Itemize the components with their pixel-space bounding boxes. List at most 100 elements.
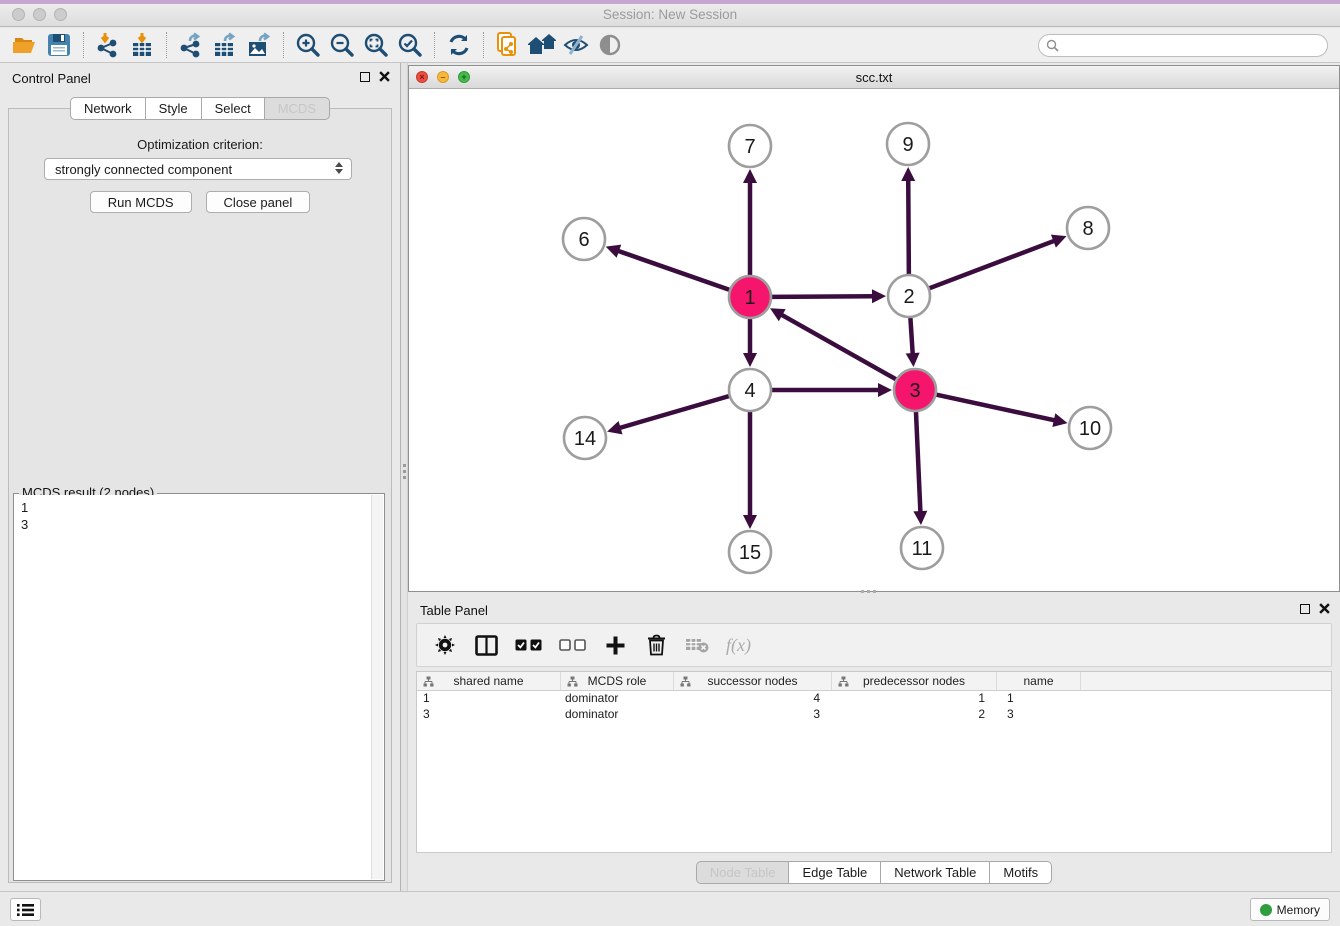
first-neighbors-button[interactable] [525, 30, 559, 60]
main-toolbar [0, 28, 1340, 63]
table-row[interactable]: 1dominator411 [417, 691, 1331, 707]
tab-edge-table[interactable]: Edge Table [788, 861, 881, 884]
search-input[interactable] [1063, 37, 1327, 55]
control-panel: Control Panel NetworkStyleSelectMCDS Opt… [0, 63, 400, 891]
graph-edge-3-1[interactable] [780, 314, 895, 379]
toolbar-separator [83, 32, 84, 58]
table-cell[interactable]: 1 [832, 691, 997, 707]
graph-edge-arrowhead [743, 515, 757, 529]
tab-network-table[interactable]: Network Table [880, 861, 990, 884]
network-resize-grip-icon [861, 590, 879, 594]
tab-network[interactable]: Network [70, 97, 146, 120]
mcds-result-line: 1 [21, 499, 371, 516]
save-disk-icon [47, 33, 71, 57]
apply-function-button[interactable]: f(x) [726, 630, 751, 660]
graph-edge-arrowhead [878, 383, 892, 397]
graph-edge-3-11[interactable] [916, 412, 920, 513]
add-column-button[interactable] [603, 630, 627, 660]
graph-edge-4-14[interactable] [619, 396, 729, 428]
graph-node-label: 3 [909, 380, 920, 402]
zoom-selected-icon [397, 32, 423, 58]
show-column-button[interactable] [474, 630, 498, 660]
network-canvas[interactable]: 7968124314101511 [409, 89, 1339, 591]
mcds-result-scrollbar[interactable] [371, 495, 383, 879]
graph-edge-2-9[interactable] [908, 179, 909, 274]
zoom-out-button[interactable] [325, 30, 359, 60]
close-panel-icon[interactable] [1319, 603, 1330, 614]
show-panels-menu-button[interactable] [10, 898, 41, 921]
column-header-label: MCDS role [588, 674, 647, 688]
graph-edge-arrowhead [901, 167, 915, 181]
tab-select[interactable]: Select [201, 97, 265, 120]
control-panel-header: Control Panel [0, 63, 400, 93]
tab-motifs[interactable]: Motifs [989, 861, 1052, 884]
new-network-from-selection-button[interactable] [491, 30, 525, 60]
column-header-predecessor-nodes[interactable]: predecessor nodes [832, 672, 997, 690]
graph-node-label: 6 [578, 229, 589, 251]
control-panel-title: Control Panel [12, 71, 91, 86]
zoom-selected-button[interactable] [393, 30, 427, 60]
save-session-button[interactable] [42, 30, 76, 60]
export-image-button[interactable] [242, 30, 276, 60]
network-window-titlebar[interactable]: × – + scc.txt [409, 66, 1339, 89]
table-cell[interactable]: 2 [832, 707, 997, 723]
table-cell[interactable]: 1 [997, 691, 1081, 707]
run-mcds-button[interactable]: Run MCDS [90, 191, 192, 213]
graph-edge-2-3[interactable] [910, 318, 912, 355]
tab-node-table[interactable]: Node Table [696, 861, 790, 884]
panel-splitter[interactable] [400, 63, 408, 891]
column-type-icon [680, 676, 691, 687]
hide-selected-button[interactable] [559, 30, 593, 60]
memory-button[interactable]: Memory [1250, 898, 1330, 921]
graph-edge-2-8[interactable] [930, 240, 1056, 288]
delete-column-button[interactable] [644, 630, 668, 660]
zoom-fit-button[interactable] [359, 30, 393, 60]
table-cell[interactable]: 3 [417, 707, 561, 723]
app-title: Session: New Session [0, 7, 1340, 22]
import-network-button[interactable] [91, 30, 125, 60]
graph-edge-arrowhead [906, 353, 920, 367]
graph-node-label: 14 [574, 428, 596, 450]
close-panel-button[interactable]: Close panel [206, 191, 311, 213]
trash-icon [647, 634, 666, 656]
column-header-name[interactable]: name [997, 672, 1081, 690]
export-table-button[interactable] [208, 30, 242, 60]
graph-edge-3-10[interactable] [936, 395, 1055, 421]
table-cell[interactable]: 3 [674, 707, 832, 723]
import-table-icon [129, 32, 155, 58]
table-cell[interactable]: 1 [417, 691, 561, 707]
zoom-in-button[interactable] [291, 30, 325, 60]
graph-node-label: 9 [902, 134, 913, 156]
toolbar-search [1038, 34, 1328, 57]
table-cell[interactable]: dominator [561, 707, 674, 723]
apply-layout-button[interactable] [442, 30, 476, 60]
optimization-criterion-label: Optimization criterion: [0, 137, 400, 152]
column-header-shared-name[interactable]: shared name [417, 672, 561, 690]
float-panel-icon[interactable] [1300, 604, 1310, 614]
export-network-button[interactable] [174, 30, 208, 60]
table-cell[interactable]: dominator [561, 691, 674, 707]
open-session-button[interactable] [8, 30, 42, 60]
optimization-criterion-dropdown[interactable]: strongly connected component [44, 158, 352, 180]
column-header-MCDS-role[interactable]: MCDS role [561, 672, 674, 690]
tab-style[interactable]: Style [145, 97, 202, 120]
graph-node-label: 4 [744, 380, 755, 402]
new-network-from-selection-icon [495, 32, 521, 58]
graph-edge-1-6[interactable] [617, 251, 729, 290]
graph-edge-1-2[interactable] [772, 296, 874, 297]
close-panel-icon[interactable] [379, 71, 390, 82]
eye-detail-icon [597, 32, 623, 58]
tab-mcds[interactable]: MCDS [264, 97, 330, 120]
delete-table-button[interactable] [685, 630, 709, 660]
deselect-all-button[interactable] [559, 630, 586, 660]
import-table-button[interactable] [125, 30, 159, 60]
show-graphics-details-button[interactable] [593, 30, 627, 60]
column-header-successor-nodes[interactable]: successor nodes [674, 672, 832, 690]
column-type-icon [838, 676, 849, 687]
table-cell[interactable]: 4 [674, 691, 832, 707]
table-row[interactable]: 3dominator323 [417, 707, 1331, 723]
float-panel-icon[interactable] [360, 72, 370, 82]
select-all-button[interactable] [515, 630, 542, 660]
table-cell[interactable]: 3 [997, 707, 1081, 723]
table-options-button[interactable] [433, 630, 457, 660]
